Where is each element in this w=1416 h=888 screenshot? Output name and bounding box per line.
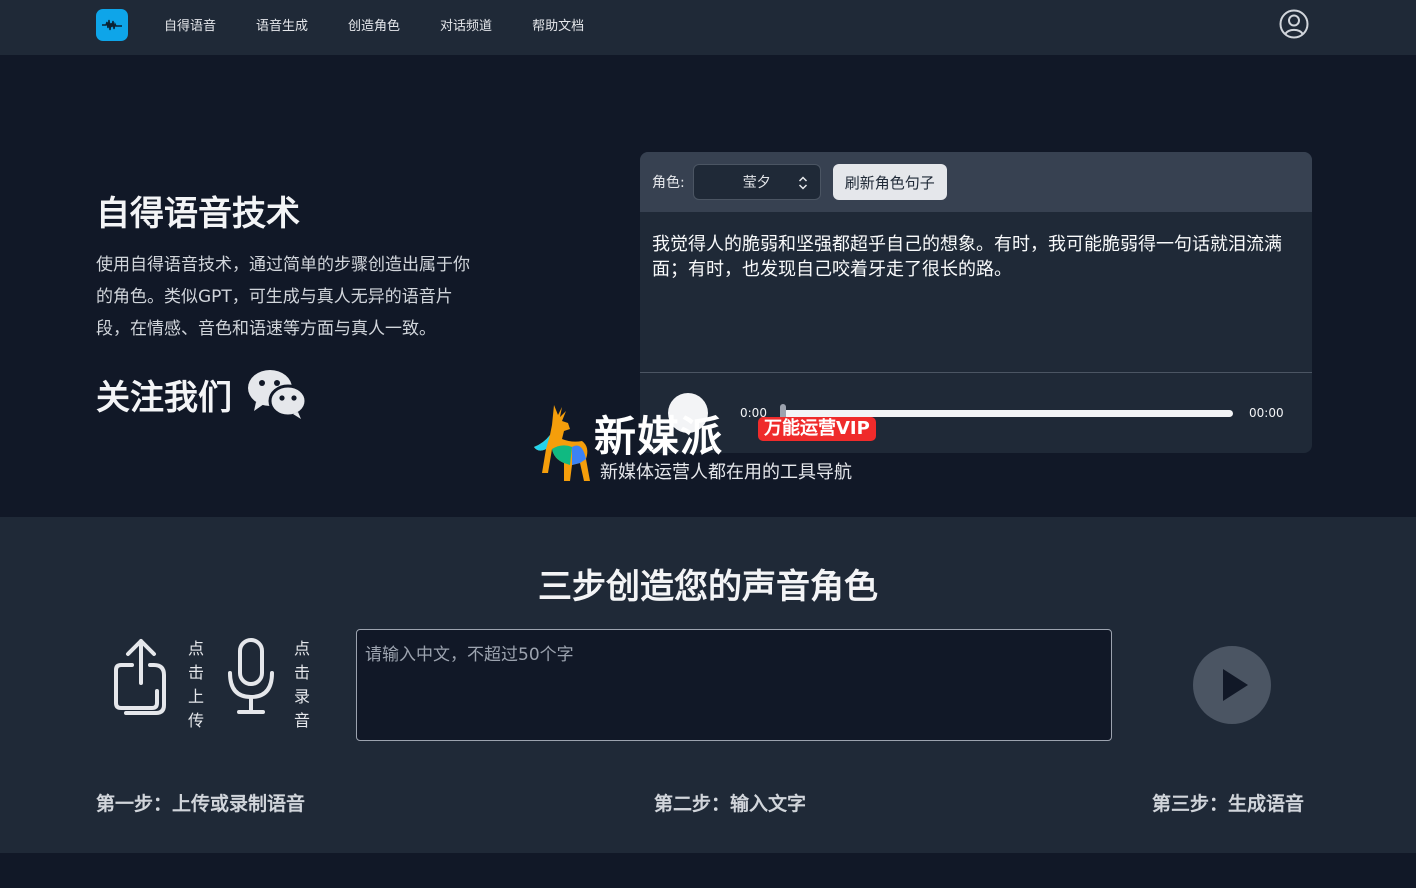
nav-item-zide-voice[interactable]: 自得语音 <box>164 15 216 34</box>
user-circle-icon[interactable] <box>1278 8 1310 40</box>
refresh-sentence-button[interactable]: 刷新角色句子 <box>832 164 947 200</box>
watermark: 新媒派 万能运营VIP 新媒体运营人都在用的工具导航 <box>532 403 892 485</box>
chevron-updown-icon <box>798 176 807 190</box>
role-select[interactable]: 莹夕 <box>692 164 821 200</box>
upload-icon <box>114 639 166 715</box>
role-label: 角色: <box>652 175 685 191</box>
nav-item-voice-generation[interactable]: 语音生成 <box>256 15 308 34</box>
watermark-brand: 新媒派 <box>594 412 724 461</box>
watermark-badge: 万能运营VIP <box>758 417 876 441</box>
upload-label: 点击上传 <box>187 639 204 730</box>
hero-description: 使用自得语音技术，通过简单的步骤创造出属于你的角色。类似GPT，可生成与真人无异… <box>96 255 470 339</box>
steps-section: 三步创造您的声音角色 点击上传 点击录音 第一步：上传或录制语音 第二步：输入文… <box>0 517 1416 853</box>
audio-duration: 00:00 <box>1249 406 1284 420</box>
upload-tool[interactable]: 点击上传 <box>112 637 206 733</box>
app-logo[interactable] <box>96 9 128 41</box>
nav-item-help-docs[interactable]: 帮助文档 <box>532 15 584 34</box>
step2-label: 第二步：输入文字 <box>654 793 807 815</box>
steps-title: 三步创造您的声音角色 <box>538 567 878 607</box>
hero-section: 自得语音技术 使用自得语音技术，通过简单的步骤创造出属于你的角色。类似GPT，可… <box>0 56 1416 517</box>
step3-label: 第三步：生成语音 <box>1152 793 1305 815</box>
role-select-value: 莹夕 <box>742 175 771 191</box>
watermark-slogan: 新媒体运营人都在用的工具导航 <box>600 462 852 483</box>
text-input[interactable] <box>356 629 1112 741</box>
record-tool[interactable]: 点击录音 <box>226 637 312 733</box>
follow-us: 关注我们 <box>96 368 308 420</box>
generate-play-button[interactable] <box>1193 646 1271 724</box>
wechat-icon[interactable] <box>246 368 308 420</box>
nav-links: 自得语音 语音生成 创造角色 对话频道 帮助文档 <box>164 0 584 48</box>
top-nav: 自得语音 语音生成 创造角色 对话频道 帮助文档 <box>0 0 1416 56</box>
step1-label: 第一步：上传或录制语音 <box>96 793 306 815</box>
hero-title: 自得语音技术 <box>96 194 300 234</box>
nav-item-create-role[interactable]: 创造角色 <box>348 15 400 34</box>
play-icon <box>1223 669 1248 701</box>
record-label: 点击录音 <box>293 639 310 730</box>
waveform-logo-icon <box>102 19 122 31</box>
footer <box>0 853 1416 888</box>
nav-item-chat-channel[interactable]: 对话频道 <box>440 15 492 34</box>
demo-card-header: 角色: 莹夕 刷新角色句子 <box>640 152 1312 212</box>
role-sentence: 我觉得人的脆弱和坚强都超乎自己的想象。有时，我可能脆弱得一句话就泪流满面；有时，… <box>652 234 1282 280</box>
microphone-icon <box>228 638 274 714</box>
follow-title: 关注我们 <box>96 377 232 418</box>
deer-logo <box>534 405 590 481</box>
